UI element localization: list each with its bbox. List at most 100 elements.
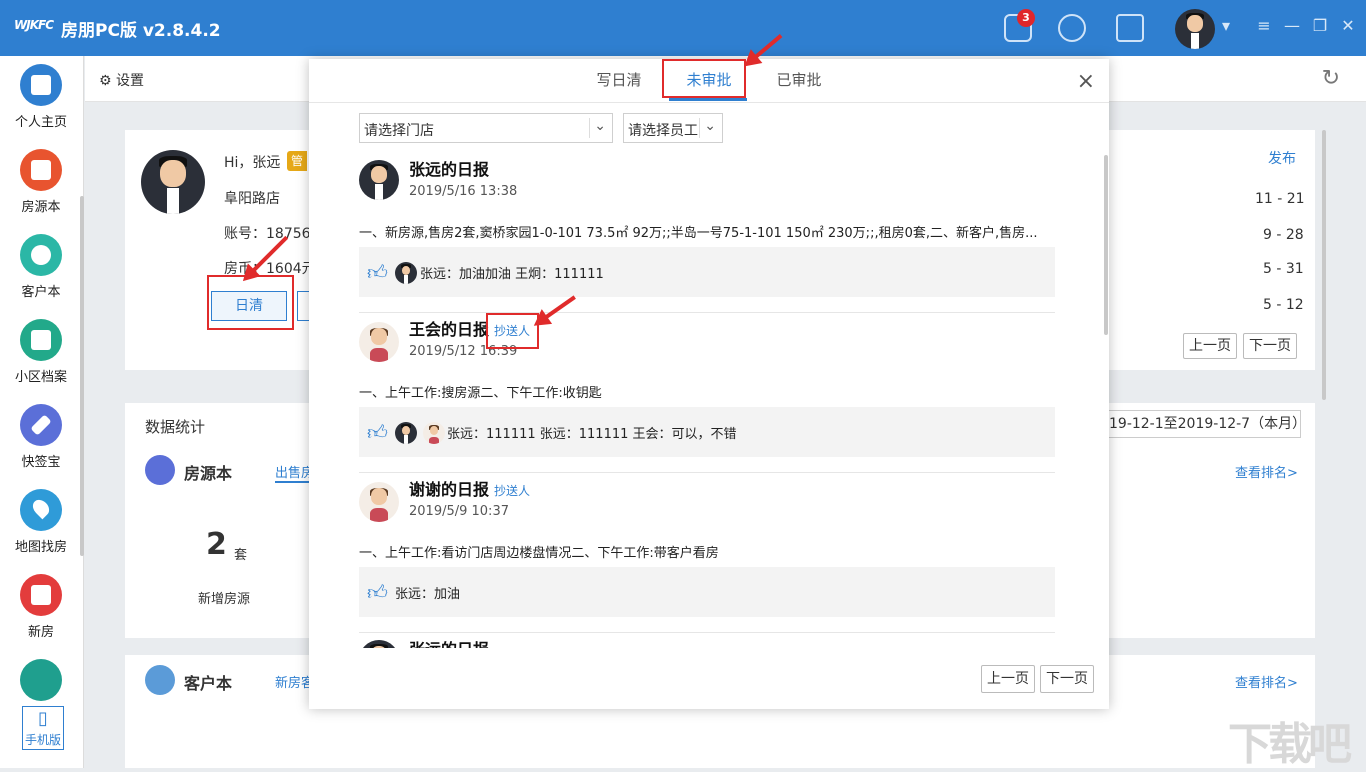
dialog-scrollbar[interactable] xyxy=(1104,155,1108,335)
house-rank-link[interactable]: 查看排名> xyxy=(1235,462,1298,481)
sidebar-item-home[interactable]: 个人主页 xyxy=(0,56,82,141)
wallet-icon[interactable] xyxy=(1058,14,1086,42)
comment-bar: 👍︎ 张远：加油加油 王炯：111111 xyxy=(359,247,1055,297)
title-bar: WJKFC 房朋PC版 v2.8.4.2 3 ▾ ≡ — ❐ ✕ xyxy=(0,0,1366,56)
restore-icon[interactable]: ❐ xyxy=(1312,18,1328,34)
close-window-icon[interactable]: ✕ xyxy=(1340,18,1356,34)
menu-icon[interactable]: ≡ xyxy=(1256,18,1272,34)
thumbs-up-icon[interactable]: 👍︎ xyxy=(367,580,388,605)
sidebar-item-label: 新房 xyxy=(27,625,54,640)
date-range-select[interactable]: 19-12-1至2019-12-7（本月） xyxy=(1106,410,1306,438)
sidebar-item-label: 个人主页 xyxy=(14,115,67,130)
sidebar-item-label: 小区档案 xyxy=(14,370,67,385)
report-time: 2019/5/9 10:37 xyxy=(409,504,509,519)
customer-book-icon xyxy=(145,665,175,695)
report-content: 一、上午工作:搜房源二、下午工作:收钥匙 xyxy=(359,386,602,401)
profile-store: 阜阳路店 xyxy=(224,191,280,207)
sidebar-item-quicksign[interactable]: 快签宝 xyxy=(0,396,82,481)
trend-chart-icon xyxy=(20,659,62,701)
stats-title: 数据统计 xyxy=(145,418,206,436)
date-item: 11 - 21 xyxy=(1255,191,1305,207)
publish-link[interactable]: 发布 xyxy=(1268,148,1296,168)
reporter-avatar xyxy=(359,482,399,522)
role-badge: 管 xyxy=(287,151,307,171)
report-title: 张远的日报 xyxy=(409,636,489,648)
city-icon xyxy=(20,574,62,616)
thumbs-up-icon[interactable]: 👍︎ xyxy=(367,260,388,285)
tab-approved[interactable]: 已审批 xyxy=(769,69,829,90)
comment-bar: 👍︎ 张远：111111 张远：111111 王会：可以，不错 xyxy=(359,407,1055,457)
new-house-label: 新增房源 xyxy=(198,592,251,607)
commenter-avatar xyxy=(395,422,417,444)
settings-panel-icon[interactable] xyxy=(1116,14,1144,42)
commenter-avatar xyxy=(395,262,417,284)
mobile-version-button[interactable]: ▯ 手机版 xyxy=(22,706,64,750)
sidebar-item-newhouse[interactable]: 新房 xyxy=(0,566,82,651)
profile-greeting: Hi，张远 xyxy=(224,155,281,171)
store-select[interactable]: 请选择门店 ⌄ xyxy=(359,113,613,143)
sidebar-item-houses[interactable]: 房源本 xyxy=(0,141,82,226)
cc-tag: 抄送人 xyxy=(494,484,531,498)
gear-icon: ⚙ xyxy=(99,73,112,89)
sidebar-item-label: 地图找房 xyxy=(14,540,67,555)
building-icon xyxy=(20,319,62,361)
sidebar-item-map[interactable]: 地图找房 xyxy=(0,481,82,566)
chevron-down-icon: ⌄ xyxy=(594,118,606,134)
sidebar-item-label: 快签宝 xyxy=(21,455,61,470)
new-house-unit: 套 xyxy=(234,548,248,563)
user-avatar[interactable] xyxy=(1175,9,1215,49)
date-item: 9 - 28 xyxy=(1263,227,1304,243)
divider xyxy=(589,118,590,138)
sidebar-scrollbar[interactable] xyxy=(80,196,84,556)
home-icon xyxy=(20,64,62,106)
report-content: 一、新房源,售房2套,窦桥家园1-0-101 73.5㎡ 92万;;半岛一号75… xyxy=(359,226,1038,241)
customer-rank-link[interactable]: 查看排名> xyxy=(1235,672,1298,691)
reporter-avatar xyxy=(359,160,399,200)
sidebar-item-community[interactable]: 小区档案 xyxy=(0,311,82,396)
report-time: 2019/5/16 13:38 xyxy=(409,184,518,199)
tab-new-customer[interactable]: 新房客 xyxy=(275,672,309,691)
list-item[interactable]: 谢谢的日报 抄送人 2019/5/9 10:37 一、上午工作:看访门店周边楼盘… xyxy=(359,472,1059,633)
sidebar: 个人主页 房源本 客户本 小区档案 快签宝 地图找房 新房 ▯ 手机版 xyxy=(0,56,84,768)
highlight-box xyxy=(662,59,746,98)
minimize-icon[interactable]: — xyxy=(1284,18,1300,34)
tab-for-sale[interactable]: 出售房 xyxy=(275,462,309,483)
report-title: 张远的日报 xyxy=(409,160,490,179)
tab-write-daily[interactable]: 写日清 xyxy=(589,69,649,90)
profile-next-button[interactable]: 下一页 xyxy=(1243,333,1297,359)
pen-icon xyxy=(20,404,62,446)
prev-page-button[interactable]: 上一页 xyxy=(981,665,1035,693)
close-icon[interactable]: × xyxy=(1077,69,1095,94)
staff-select[interactable]: 请选择员工 ⌄ xyxy=(623,113,723,143)
sidebar-item-customers[interactable]: 客户本 xyxy=(0,226,82,311)
sidebar-item-label: 房源本 xyxy=(21,200,61,215)
comment-text: 张远：111111 张远：111111 王会：可以，不错 xyxy=(447,427,737,442)
sidebar-item-trend[interactable] xyxy=(0,651,82,701)
list-item[interactable]: 张远的日报 xyxy=(359,632,1059,648)
notification-badge: 3 xyxy=(1017,9,1035,27)
reporter-avatar xyxy=(359,322,399,362)
next-page-button[interactable]: 下一页 xyxy=(1040,665,1094,693)
main-scrollbar[interactable] xyxy=(1322,130,1326,400)
thumbs-up-icon[interactable]: 👍︎ xyxy=(367,420,388,445)
profile-account: 账号：18756 xyxy=(224,226,311,242)
reporter-avatar xyxy=(359,640,399,648)
app-logo: WJKFC xyxy=(14,18,54,32)
date-item: 5 - 31 xyxy=(1263,261,1304,277)
list-item[interactable]: 张远的日报 2019/5/16 13:38 一、新房源,售房2套,窦桥家园1-0… xyxy=(359,152,1059,313)
profile-prev-button[interactable]: 上一页 xyxy=(1183,333,1237,359)
new-house-count: 2 xyxy=(206,527,227,562)
avatar-dropdown-icon[interactable]: ▾ xyxy=(1218,18,1234,34)
map-pin-icon xyxy=(20,489,62,531)
active-tab-indicator xyxy=(669,98,747,101)
phone-icon: ▯ xyxy=(38,708,48,729)
divider xyxy=(309,102,1109,103)
list-item[interactable]: 王会的日报 抄送人 2019/5/12 16:39 一、上午工作:搜房源二、下午… xyxy=(359,312,1059,473)
date-item: 5 - 12 xyxy=(1263,297,1304,313)
mobile-version-label: 手机版 xyxy=(24,733,61,747)
refresh-icon[interactable]: ↻ xyxy=(1322,66,1340,91)
settings-link[interactable]: ⚙ 设置 xyxy=(99,70,144,90)
app-title: 房朋PC版 v2.8.4.2 xyxy=(61,21,221,41)
staff-select-value: 请选择员工 xyxy=(628,123,698,139)
report-title: 谢谢的日报 xyxy=(409,480,490,499)
